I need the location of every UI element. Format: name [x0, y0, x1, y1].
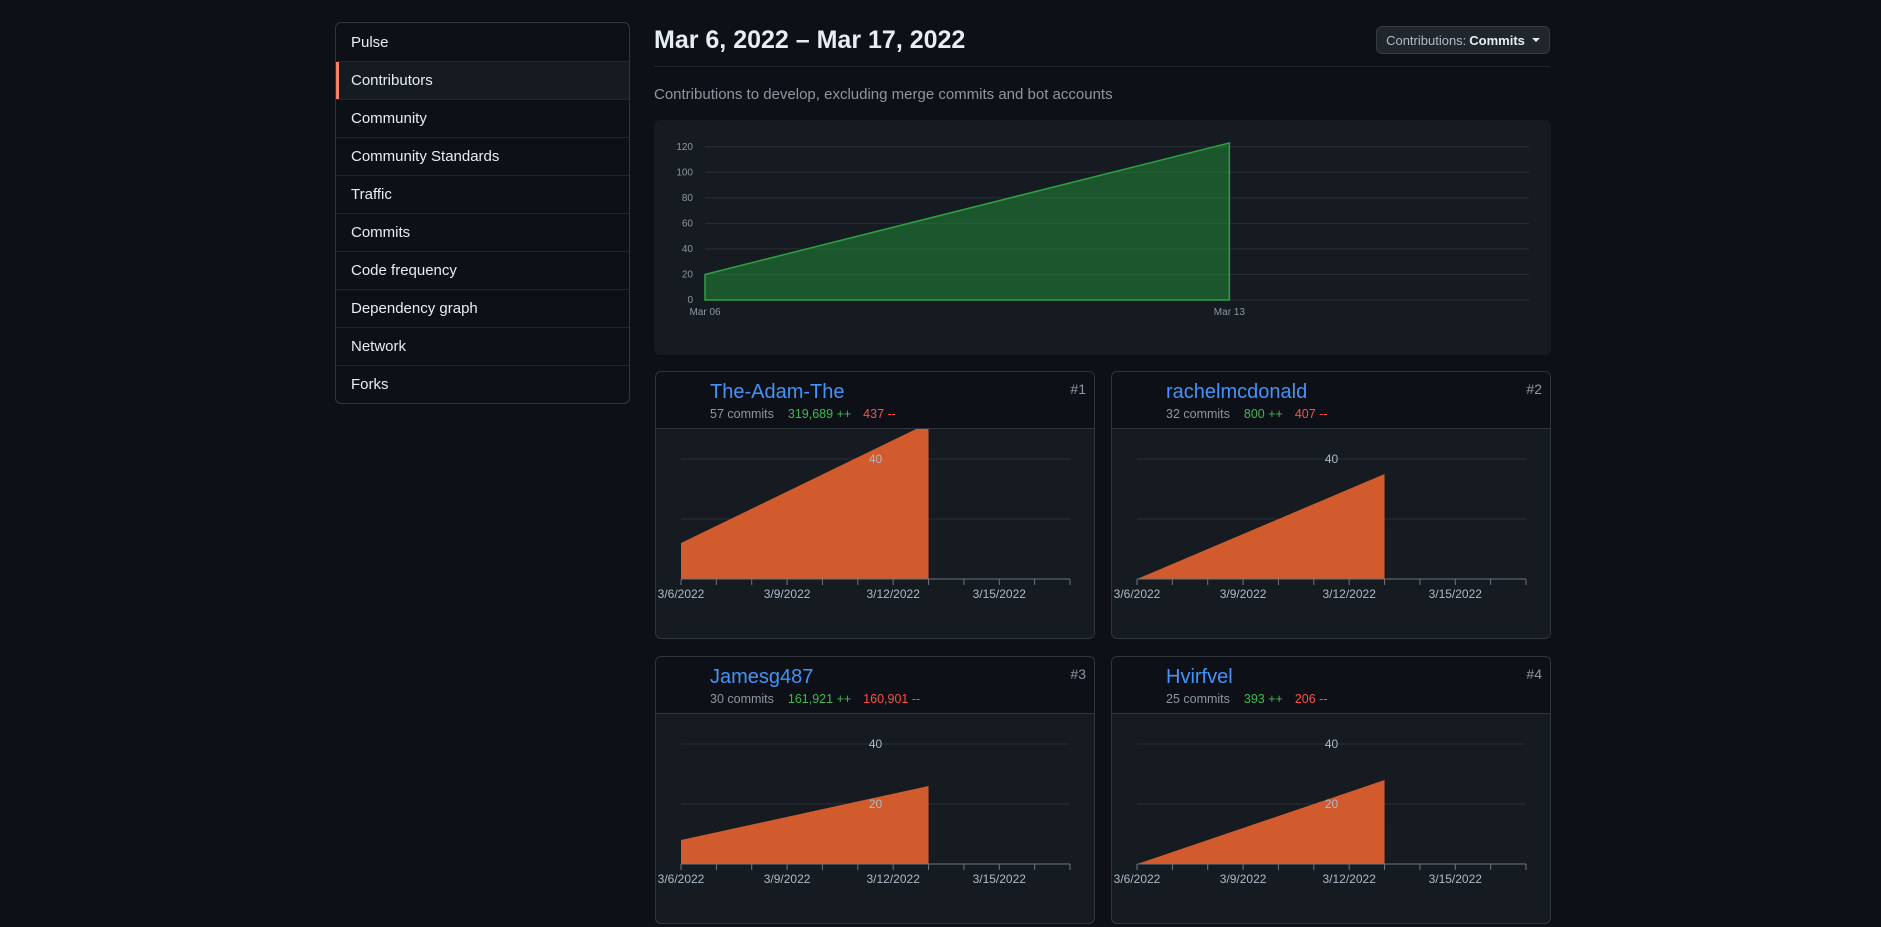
sidebar-item-code-frequency[interactable]: Code frequency [336, 251, 629, 289]
x-tick-label: Mar 06 [689, 307, 721, 318]
x-tick-label: 3/9/2022 [764, 872, 811, 886]
x-tick-label: 3/9/2022 [1220, 587, 1267, 601]
deletions-count: 437 -- [863, 407, 896, 421]
x-tick-label: 3/15/2022 [973, 872, 1027, 886]
contributor-stats: 32 commits 800 ++ 407 -- [1166, 407, 1328, 421]
contributor-card: rachelmcdonald 32 commits 800 ++ 407 -- #2… [1111, 371, 1551, 639]
deletions-count: 407 -- [1294, 407, 1328, 421]
x-tick-label: 3/12/2022 [866, 587, 920, 601]
additions-count: 800 ++ [1243, 407, 1283, 421]
main-commits-chart: 0 20 40 60 80 100 120 Mar 06 Mar 13 [654, 120, 1551, 355]
y-tick-label: 40 [1325, 452, 1339, 466]
avatar-identicon-icon[interactable] [1120, 665, 1158, 703]
y-tick-label: 20 [869, 797, 883, 811]
y-tick-label: 100 [676, 167, 693, 178]
contributor-stats: 25 commits 393 ++ 206 -- [1166, 692, 1328, 706]
commit-count-link[interactable]: 57 commits [710, 407, 774, 421]
y-tick-label: 40 [869, 737, 883, 751]
sidebar-item-community-standards[interactable]: Community Standards [336, 137, 629, 175]
x-tick-label: 3/12/2022 [1322, 872, 1376, 886]
y-tick-label: 40 [869, 452, 883, 466]
contributor-card-header: Hvirfvel 25 commits 393 ++ 206 -- #4 [1112, 657, 1550, 714]
contributor-commits-chart: 20 40 3/6/2022 3/9/2022 3/12/2022 3/15/2022 [1114, 737, 1527, 886]
sidebar-item-community[interactable]: Community [336, 99, 629, 137]
contributor-card: The-Adam-The 57 commits 319,689 ++ 437 -- … [655, 371, 1095, 639]
y-tick-label: 20 [682, 269, 694, 280]
insights-sidebar: Pulse Contributors Community Community S… [335, 22, 630, 404]
contributor-commits-area [1137, 780, 1385, 864]
contributor-commits-chart: 40 3/6/2022 3/9/2022 3/12/2022 3/15/2022 [658, 429, 1071, 601]
contributor-rank: #4 [1526, 666, 1542, 682]
commits-area [704, 141, 1231, 301]
contributor-stats: 30 commits 161,921 ++ 160,901 -- [710, 692, 920, 706]
caret-down-icon [1531, 38, 1540, 42]
commit-count-link[interactable]: 25 commits [1166, 692, 1230, 706]
sidebar-item-network[interactable]: Network [336, 327, 629, 365]
x-tick-label: 3/6/2022 [1114, 872, 1161, 886]
contributor-card: Hvirfvel 25 commits 393 ++ 206 -- #4 20 40 3… [1111, 656, 1551, 924]
contributions-subtitle: Contributions to develop, excluding merg… [654, 86, 1113, 103]
x-tick-label: 3/6/2022 [658, 587, 705, 601]
sidebar-item-commits[interactable]: Commits [336, 213, 629, 251]
contributor-commits-chart: 20 40 3/6/2022 3/9/2022 3/12/2022 3/15/2022 [658, 737, 1071, 886]
y-tick-label: 40 [1325, 737, 1339, 751]
x-tick-label: 3/15/2022 [1429, 587, 1483, 601]
x-tick-label: 3/9/2022 [764, 587, 811, 601]
contributor-card-header: rachelmcdonald 32 commits 800 ++ 407 -- #2 [1112, 372, 1550, 429]
y-tick-label: 40 [682, 244, 694, 255]
y-tick-label: 0 [687, 295, 693, 306]
contributions-value: Commits [1469, 32, 1525, 48]
contributor-username-link[interactable]: Jamesg487 [710, 666, 813, 689]
x-tick-label: 3/6/2022 [658, 872, 705, 886]
contributions-label: Contributions: [1386, 32, 1467, 48]
avatar-photo-icon[interactable] [1120, 380, 1158, 418]
commit-count-link[interactable]: 30 commits [710, 692, 774, 706]
date-range-title: Mar 6, 2022 – Mar 17, 2022 [654, 26, 966, 54]
contributor-stats: 57 commits 319,689 ++ 437 -- [710, 407, 896, 421]
sidebar-item-traffic[interactable]: Traffic [336, 175, 629, 213]
contributor-card: Jamesg487 30 commits 161,921 ++ 160,901 --… [655, 656, 1095, 924]
y-tick-label: 20 [1325, 797, 1339, 811]
contributor-card-header: Jamesg487 30 commits 161,921 ++ 160,901 --… [656, 657, 1094, 714]
x-tick-label: 3/9/2022 [1220, 872, 1267, 886]
avatar-photo-icon[interactable] [664, 380, 702, 418]
x-tick-label: 3/15/2022 [973, 587, 1027, 601]
y-tick-label: 120 [676, 142, 693, 153]
contributor-username-link[interactable]: The-Adam-The [710, 381, 845, 404]
contributor-commits-area [681, 429, 929, 579]
x-tick-label: 3/15/2022 [1429, 872, 1483, 886]
x-tick-label: Mar 13 [1214, 307, 1246, 318]
avatar-photo-icon[interactable] [664, 665, 702, 703]
contributor-username-link[interactable]: rachelmcdonald [1166, 381, 1307, 404]
x-tick-label: 3/12/2022 [866, 872, 920, 886]
contributor-rank: #3 [1070, 666, 1086, 682]
contributor-commits-chart: 40 3/6/2022 3/9/2022 3/12/2022 3/15/2022 [1114, 452, 1527, 601]
sidebar-item-pulse[interactable]: Pulse [336, 23, 629, 61]
deletions-count: 206 -- [1294, 692, 1328, 706]
additions-count: 161,921 ++ [787, 692, 852, 706]
y-tick-label: 60 [682, 218, 694, 229]
contributor-username-link[interactable]: Hvirfvel [1166, 666, 1233, 689]
additions-count: 319,689 ++ [787, 407, 852, 421]
contributor-rank: #2 [1526, 381, 1542, 397]
contributor-rank: #1 [1070, 381, 1086, 397]
x-tick-label: 3/6/2022 [1114, 587, 1161, 601]
y-tick-label: 80 [682, 193, 694, 204]
sidebar-item-contributors[interactable]: Contributors [336, 61, 629, 99]
contributions-type-dropdown[interactable]: Contributions: Commits [1376, 26, 1550, 54]
header-divider [654, 66, 1550, 67]
additions-count: 393 ++ [1243, 692, 1283, 706]
commit-count-link[interactable]: 32 commits [1166, 407, 1230, 421]
contributor-card-header: The-Adam-The 57 commits 319,689 ++ 437 -- … [656, 372, 1094, 429]
sidebar-item-dependency-graph[interactable]: Dependency graph [336, 289, 629, 327]
contributor-commits-area [681, 786, 929, 864]
main-commits-chart-svg: 0 20 40 60 80 100 120 Mar 06 Mar 13 [676, 141, 1529, 318]
x-tick-label: 3/12/2022 [1322, 587, 1376, 601]
contributor-commits-area [1137, 474, 1385, 579]
sidebar-item-forks[interactable]: Forks [336, 365, 629, 403]
deletions-count: 160,901 -- [863, 692, 921, 706]
